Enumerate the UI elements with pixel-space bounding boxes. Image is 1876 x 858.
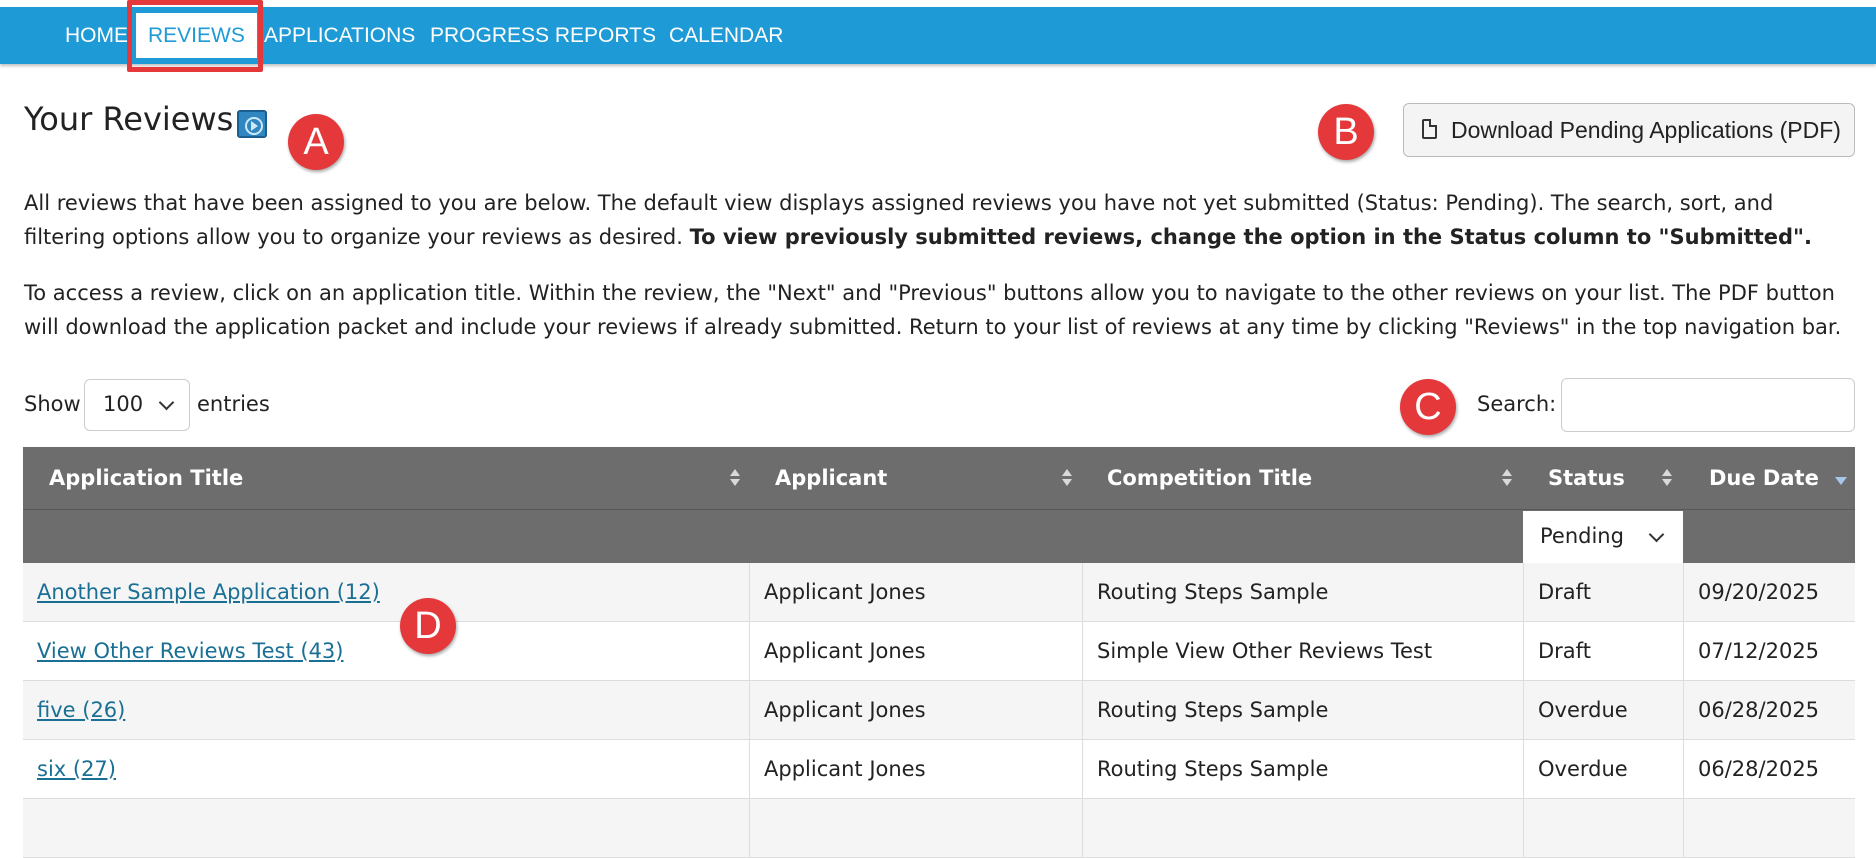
cell-application-title: [23, 799, 749, 857]
document-icon: [1422, 119, 1437, 139]
sort-descending-icon: [1835, 477, 1847, 485]
sort-icon: [1662, 469, 1672, 487]
column-header-applicant[interactable]: Applicant: [775, 447, 887, 509]
cell-application-title: Another Sample Application (12): [23, 563, 749, 621]
show-label: Show: [24, 392, 81, 416]
table-row: five (26) Applicant Jones Routing Steps …: [23, 681, 1855, 740]
cell-status: Draft: [1523, 563, 1683, 621]
cell-applicant: Applicant Jones: [749, 622, 1082, 680]
cell-competition-title: [1082, 799, 1523, 857]
chevron-down-icon: [158, 394, 175, 411]
page-size-value: 100: [103, 392, 144, 416]
annotation-marker-a: A: [288, 114, 344, 170]
chevron-down-icon: [1648, 526, 1665, 543]
download-pending-applications-button[interactable]: Download Pending Applications (PDF): [1403, 103, 1855, 157]
cell-status: Draft: [1523, 622, 1683, 680]
cell-application-title: five (26): [23, 681, 749, 739]
intro-paragraph-1: All reviews that have been assigned to y…: [24, 186, 1854, 254]
nav-applications[interactable]: APPLICATIONS: [264, 7, 415, 64]
cell-due-date: [1683, 799, 1855, 857]
page-title: Your Reviews: [24, 100, 234, 138]
cell-application-title: View Other Reviews Test (43): [23, 622, 749, 680]
download-button-label: Download Pending Applications (PDF): [1451, 117, 1841, 143]
intro-bold-text: To view previously submitted reviews, ch…: [689, 225, 1812, 249]
reviews-highlight-box: [127, 0, 263, 72]
cell-status: Overdue: [1523, 740, 1683, 798]
search-label: Search:: [1477, 392, 1557, 416]
cell-applicant: Applicant Jones: [749, 740, 1082, 798]
column-header-competition-title[interactable]: Competition Title: [1107, 447, 1312, 509]
status-filter-value: Pending: [1540, 524, 1624, 548]
sort-icon: [1502, 469, 1512, 487]
annotation-marker-b: B: [1318, 104, 1374, 160]
annotation-marker-d: D: [400, 598, 456, 654]
entries-label: entries: [197, 392, 270, 416]
column-header-application-title[interactable]: Application Title: [49, 447, 243, 509]
cell-applicant: Applicant Jones: [749, 563, 1082, 621]
nav-calendar[interactable]: CALENDAR: [669, 7, 783, 64]
cell-competition-title: Routing Steps Sample: [1082, 740, 1523, 798]
table-row: six (27) Applicant Jones Routing Steps S…: [23, 740, 1855, 799]
cell-competition-title: Routing Steps Sample: [1082, 563, 1523, 621]
application-title-link[interactable]: six (27): [37, 757, 116, 781]
application-title-link[interactable]: View Other Reviews Test (43): [37, 639, 344, 663]
cell-due-date: 06/28/2025: [1683, 681, 1855, 739]
play-video-icon[interactable]: [237, 110, 267, 138]
search-input[interactable]: [1561, 378, 1855, 432]
sort-icon: [1062, 469, 1072, 487]
cell-applicant: Applicant Jones: [749, 681, 1082, 739]
cell-competition-title: Routing Steps Sample: [1082, 681, 1523, 739]
cell-status: Overdue: [1523, 681, 1683, 739]
annotation-marker-c: C: [1400, 379, 1456, 435]
page-size-select[interactable]: 100: [84, 379, 190, 431]
top-navigation-bar: HOME REVIEWS APPLICATIONS PROGRESS REPOR…: [0, 7, 1876, 64]
cell-status: [1523, 799, 1683, 857]
intro-paragraph-2: To access a review, click on an applicat…: [24, 281, 1842, 339]
column-header-due-date[interactable]: Due Date: [1709, 447, 1819, 509]
table-header-row: Application Title Applicant Competition …: [23, 447, 1855, 509]
nav-home[interactable]: HOME: [65, 7, 128, 64]
table-row: [23, 799, 1855, 858]
sort-icon: [730, 469, 740, 487]
nav-progress-reports[interactable]: PROGRESS REPORTS: [430, 7, 656, 64]
application-title-link[interactable]: five (26): [37, 698, 125, 722]
column-header-status[interactable]: Status: [1548, 447, 1625, 509]
cell-due-date: 09/20/2025: [1683, 563, 1855, 621]
table-row: View Other Reviews Test (43) Applicant J…: [23, 622, 1855, 681]
cell-due-date: 06/28/2025: [1683, 740, 1855, 798]
cell-application-title: six (27): [23, 740, 749, 798]
cell-applicant: [749, 799, 1082, 857]
application-title-link[interactable]: Another Sample Application (12): [37, 580, 380, 604]
table-row: Another Sample Application (12) Applican…: [23, 563, 1855, 622]
cell-due-date: 07/12/2025: [1683, 622, 1855, 680]
status-filter-select[interactable]: Pending: [1523, 511, 1683, 563]
cell-competition-title: Simple View Other Reviews Test: [1082, 622, 1523, 680]
